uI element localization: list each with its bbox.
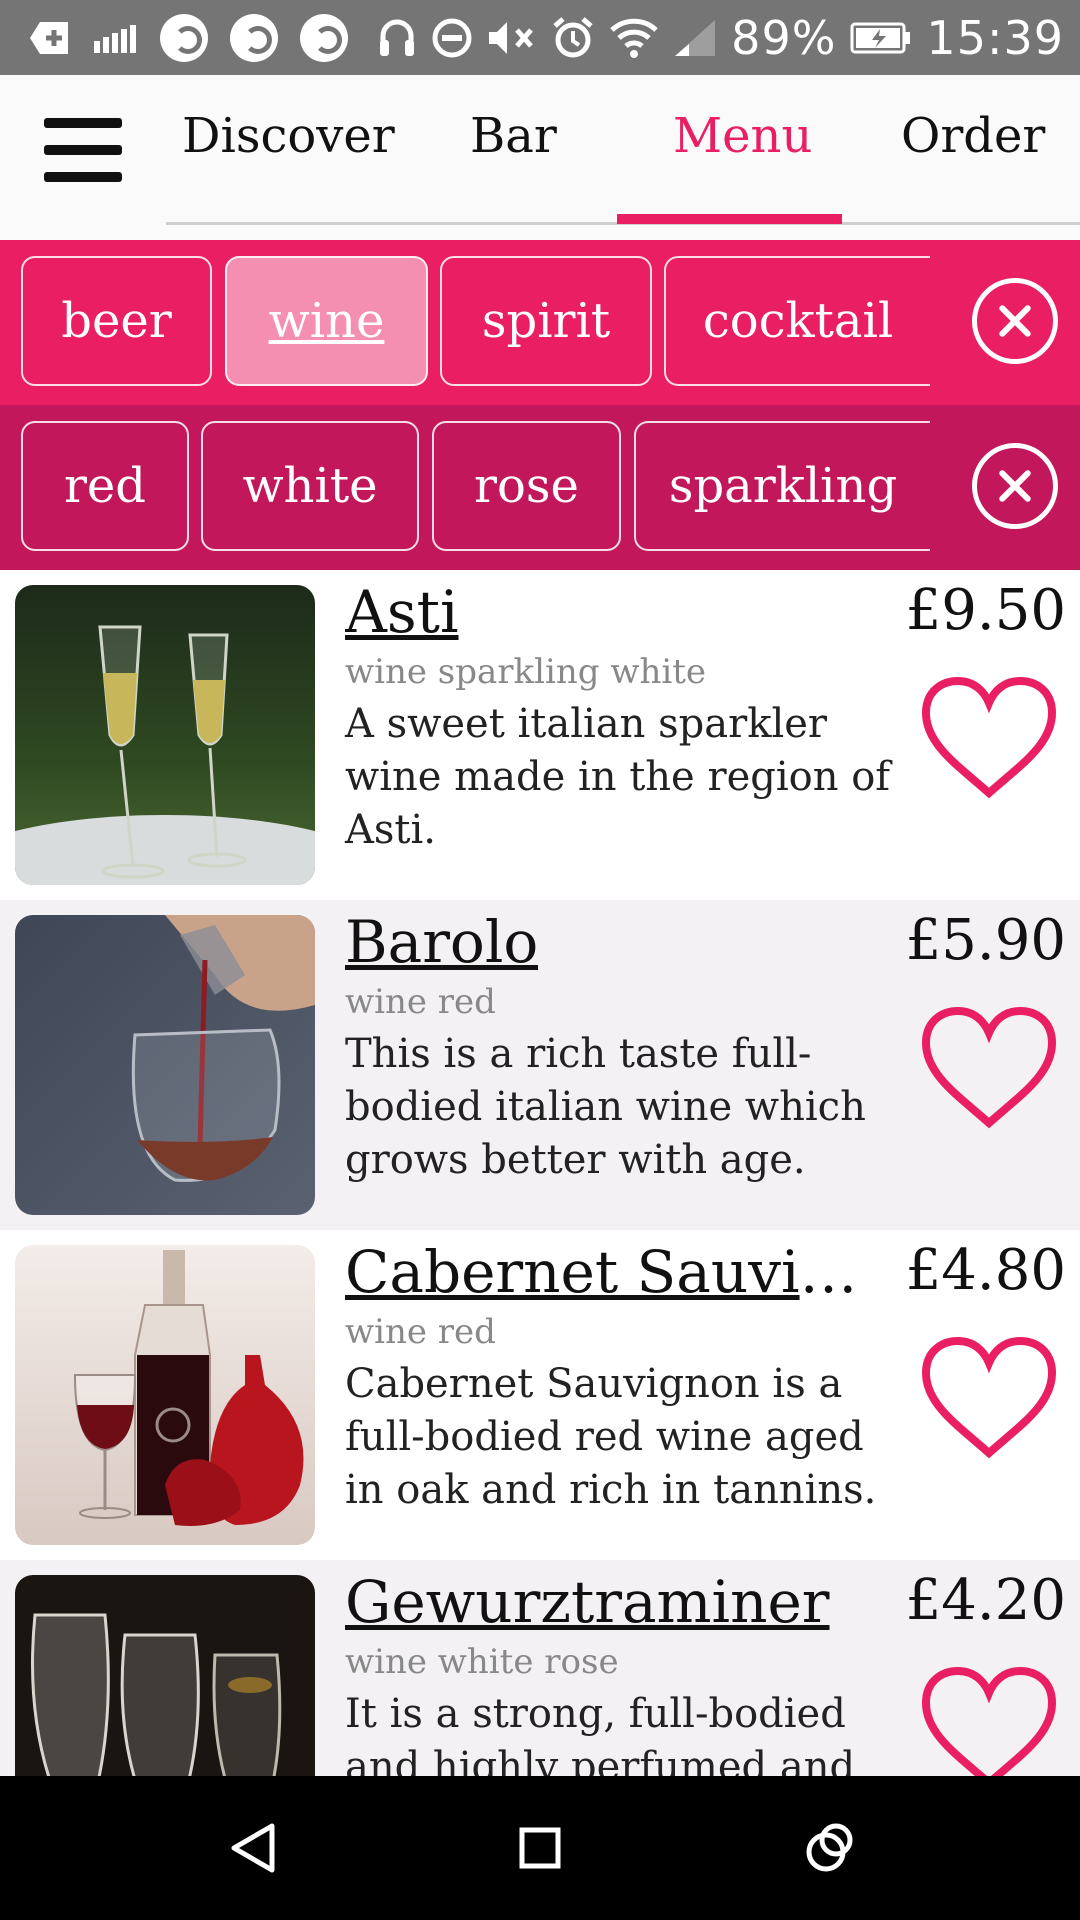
favorite-heart-icon[interactable] [920,675,1058,800]
item-description: This is a rich taste full-bodied italian… [345,1031,866,1183]
clear-category-icon[interactable] [972,278,1058,364]
favorite-heart-icon[interactable] [920,1005,1058,1130]
chip-wine[interactable]: wine [225,256,428,386]
category-filter-row: beer wine spirit cocktail [0,240,1080,405]
tab-bar[interactable]: Bar [470,108,557,164]
battery-percent: 89% [731,10,837,65]
item-name[interactable]: Cabernet Sauvignon [345,1238,890,1306]
item-photo-sparkling-glasses [15,585,315,885]
item-price: £9.50 [905,578,1066,643]
active-tab-indicator [617,214,842,224]
item-photo-red-wine-bottles [15,1245,315,1545]
item-photo-red-wine-pour [15,915,315,1215]
system-navigation-bar [0,1776,1080,1920]
clear-subcategory-icon[interactable] [972,443,1058,529]
item-name[interactable]: Gewurztraminer [345,1568,830,1636]
chip-white[interactable]: white [201,421,419,551]
item-description: It is a strong, full-bodied and highly p… [345,1691,856,1776]
tab-discover[interactable]: Discover [182,108,395,164]
list-item[interactable]: Barolo £5.90 wine red This is a rich tas… [0,900,1080,1230]
app-icon [300,13,348,62]
list-item[interactable]: Cabernet Sauvignon £4.80 wine red Cabern… [0,1230,1080,1560]
chip-cocktail[interactable]: cocktail [664,256,930,386]
do-not-disturb-icon [432,18,472,57]
chip-beer[interactable]: beer [21,256,212,386]
item-tags: wine white rose [345,1642,619,1682]
chip-spirit[interactable]: spirit [440,256,652,386]
item-description: A sweet italian sparkler wine made in th… [345,701,891,853]
list-item[interactable]: Asti £9.50 wine sparkling white A sweet … [0,570,1080,900]
clock: 15:39 [926,10,1064,65]
add-icon [30,21,68,54]
headset-icon [380,19,415,56]
status-bar: 89% 15:39 [0,0,1080,75]
list-item[interactable]: Gewurztraminer £4.20 wine white rose It … [0,1560,1080,1776]
cell-signal-icon [675,19,716,56]
subcategory-filter-row: red white rose sparkling [0,405,1080,570]
back-icon[interactable] [222,1818,282,1878]
wifi-icon [610,18,658,58]
item-price: £5.90 [905,908,1066,973]
battery-charging-icon [850,22,911,53]
favorite-heart-icon[interactable] [920,1665,1058,1776]
item-name[interactable]: Asti [345,578,459,646]
chip-rose[interactable]: rose [432,421,621,551]
favorite-heart-icon[interactable] [920,1335,1058,1460]
chip-red[interactable]: red [21,421,189,551]
recents-icon[interactable] [798,1818,858,1878]
menu-item-list[interactable]: Asti £9.50 wine sparkling white A sweet … [0,570,1080,1776]
item-tags: wine red [345,982,496,1022]
app-icon [160,13,208,62]
tab-order[interactable]: Order [901,108,1045,164]
item-price: £4.20 [905,1568,1066,1633]
home-square-icon[interactable] [510,1818,570,1878]
item-tags: wine red [345,1312,496,1352]
mute-icon [489,21,534,54]
chip-sparkling[interactable]: sparkling [634,421,930,551]
signal-bars-icon [94,24,136,53]
menu-hamburger-icon[interactable] [44,118,122,184]
item-tags: wine sparkling white [345,652,707,692]
tab-menu[interactable]: Menu [673,108,812,164]
item-photo-tasting-glasses [15,1575,315,1776]
item-name[interactable]: Barolo [345,908,538,976]
alarm-icon [553,16,593,57]
item-price: £4.80 [905,1238,1066,1303]
item-description: Cabernet Sauvignon is a full-bodied red … [345,1361,877,1513]
app-icon [230,13,278,62]
